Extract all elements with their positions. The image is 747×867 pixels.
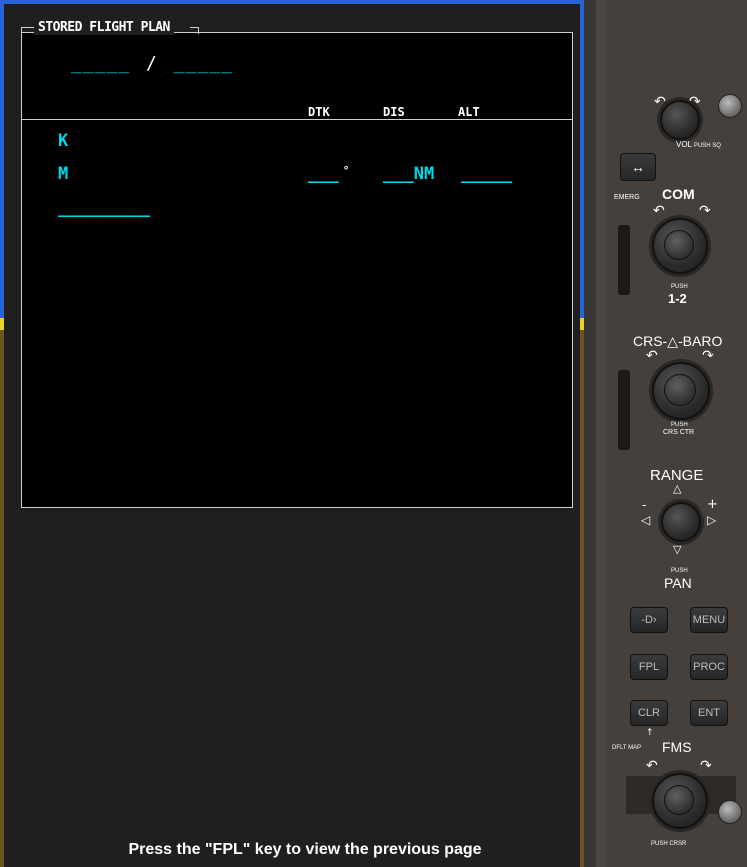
crs-label: CRS- (633, 333, 668, 349)
header-divider (22, 119, 572, 120)
com-1-2-label: 1-2 (668, 291, 687, 306)
emerg-label: EMERG (614, 194, 640, 201)
crs-push-label: PUSH (671, 422, 688, 428)
waypoint-entry-blank[interactable]: _________ (58, 198, 150, 218)
crs-baro-knob-inner[interactable] (664, 374, 696, 406)
rotate-right-arrow-icon: ↷ (699, 203, 711, 219)
pan-label: PAN (664, 575, 692, 591)
waypoint-ident-2[interactable]: M (58, 164, 68, 184)
bezel-slot (618, 225, 630, 295)
rotate-right-arrow-icon: ↷ (702, 348, 714, 364)
swap-arrows-icon: ↔ (631, 159, 645, 175)
waypoint-ident-1[interactable]: K (58, 131, 68, 151)
dflt-map-arrow-icon: ↑ (646, 728, 654, 738)
screw-icon (718, 800, 742, 824)
waypoint-dtk-2: ___ ° (308, 164, 349, 184)
direct-to-button[interactable]: -D› (630, 607, 668, 633)
proc-label: PROC (693, 661, 725, 673)
fpl-label: FPL (638, 661, 660, 673)
fms-knob-inner[interactable] (664, 785, 694, 815)
plus-icon: + (707, 497, 718, 512)
ent-label: ENT (698, 707, 720, 719)
direct-to-label: -D› (641, 614, 657, 626)
title-bracket-right (190, 27, 199, 34)
vol-label: VOL PUSH SQ (676, 140, 721, 149)
header-dis: DIS (383, 105, 405, 119)
fpl-button[interactable]: FPL (630, 654, 668, 680)
baro-label: -BARO (678, 333, 723, 349)
rotate-left-arrow-icon: ↶ (653, 203, 665, 219)
menu-button[interactable]: MENU (690, 607, 728, 633)
mfd-display: _____ / _____ DTK DIS ALT K M ___ ° ___NM… (4, 4, 580, 867)
page-title: STORED FLIGHT PLAN (34, 20, 174, 35)
waypoint-alt-2[interactable]: _____ (461, 164, 512, 184)
down-arrow-icon: ▽ (673, 543, 682, 556)
rotate-right-arrow-icon: ↷ (700, 758, 712, 774)
fms-push-label: PUSH CRSR (651, 841, 687, 847)
dtk-value: ___ (308, 164, 339, 184)
proc-button[interactable]: PROC (690, 654, 728, 680)
crs-triangle-icon: △ (667, 333, 679, 349)
stored-flight-plan-panel[interactable]: _____ / _____ DTK DIS ALT K M ___ ° ___NM… (21, 32, 573, 508)
rotate-left-arrow-icon: ↶ (646, 758, 658, 774)
right-arrow-icon: ▷ (707, 513, 717, 527)
range-pan-joystick[interactable] (661, 502, 701, 542)
pan-push-label: PUSH (671, 568, 688, 574)
minus-icon: - (642, 498, 647, 512)
rotate-left-arrow-icon: ↶ (646, 348, 658, 364)
route-separator: / (146, 53, 158, 74)
com-label: COM (662, 186, 695, 202)
route-destination[interactable]: _____ (174, 53, 233, 74)
route-line: _____ / _____ (71, 53, 233, 74)
menu-label: MENU (692, 614, 726, 626)
footer-message: Press the "FPL" key to view the previous… (128, 841, 482, 858)
crs-ctr-label: CRS CTR (663, 429, 695, 436)
com-push-label: PUSH (671, 284, 688, 290)
ent-button[interactable]: ENT (690, 700, 728, 726)
clr-label: CLR (637, 707, 660, 719)
screw-icon (718, 94, 742, 118)
route-origin[interactable]: _____ (71, 53, 130, 74)
clr-button[interactable]: CLR (630, 700, 668, 726)
waypoint-dis-2: ___NM (383, 164, 435, 184)
left-arrow-icon: ◁ (641, 513, 651, 527)
degree-symbol: ° (342, 164, 350, 177)
rotate-right-arrow-icon: ↷ (689, 94, 701, 110)
bezel-slot (618, 370, 630, 450)
rotate-left-arrow-icon: ↶ (654, 94, 666, 110)
up-arrow-icon: △ (673, 482, 682, 495)
com-knob-inner[interactable] (664, 230, 694, 260)
fms-label: FMS (662, 739, 692, 755)
header-alt: ALT (458, 105, 480, 119)
header-dtk: DTK (308, 105, 330, 119)
dflt-map-label: DFLT MAP (612, 745, 642, 751)
bezel-edge (596, 0, 606, 867)
emerg-swap-button[interactable]: ↔ (620, 153, 656, 181)
